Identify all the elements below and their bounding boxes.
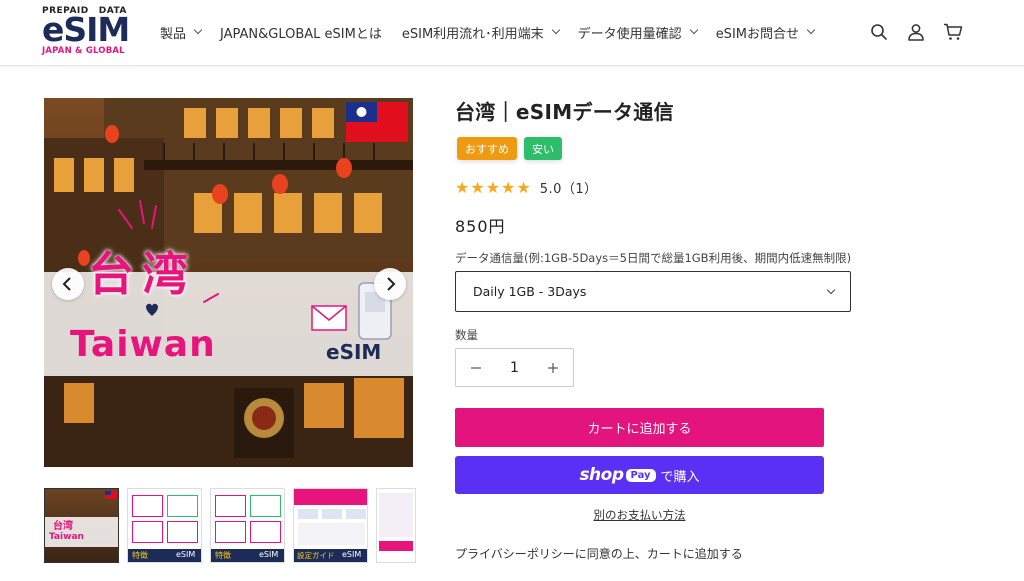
thumbnail-1[interactable]: 台湾 Taiwan (44, 488, 119, 563)
chevron-down-icon (806, 25, 816, 35)
thumbnail-text-a: 台湾 (53, 521, 73, 532)
shop-pay-pill: Pay (625, 468, 656, 482)
thumbnail-2[interactable]: 特徴 eSIM (127, 488, 202, 563)
nav-item-contact[interactable]: eSIMお問合せ (715, 23, 816, 42)
thumbnail-text-a: 特徴 (215, 551, 231, 560)
thumbnail-text-a: 特徴 (132, 551, 148, 560)
nav-item-about[interactable]: JAPAN&GLOBAL eSIMとは (220, 23, 382, 42)
variant-selected-value: Daily 1GB - 3Days (473, 284, 587, 299)
thumbnail-text-a: 設定ガイド (297, 551, 335, 560)
star-icon: ★ (501, 177, 516, 197)
nav-item-label: データ使用量確認 (577, 26, 682, 42)
product-badges: おすすめ 安い (457, 137, 569, 160)
logo-subtitle: JAPAN & GLOBAL (42, 46, 125, 56)
site-header: PREPAID DATA eSIM JAPAN & GLOBAL 製品 JAPAN… (0, 0, 1024, 66)
quantity-input[interactable] (496, 349, 533, 386)
badge-recommended: おすすめ (457, 137, 517, 160)
nav-item-label: JAPAN&GLOBAL eSIMとは (220, 26, 382, 42)
thumbnail-3[interactable]: 特徴 eSIM (210, 488, 285, 563)
thumbnail-text-b: eSIM (342, 550, 362, 559)
main-image-esim-label: eSIM (326, 340, 382, 364)
product-rating[interactable]: ★ ★ ★ ★ ★ 5.0（1） (455, 178, 598, 197)
badge-cheap: 安い (524, 137, 562, 160)
account-icon[interactable] (905, 21, 927, 43)
chevron-down-icon (193, 25, 203, 35)
chevron-down-icon (551, 25, 560, 35)
quantity-stepper (455, 348, 574, 387)
main-image-title-en: Taiwan (70, 324, 216, 365)
nav-item-usage-flow[interactable]: eSIM利用流れ･利用端末 (401, 23, 560, 42)
logo-wordmark: eSIM (42, 10, 130, 49)
product-price: 850円 (455, 217, 506, 236)
star-icon: ★ (485, 177, 501, 197)
star-icon: ★ (516, 177, 531, 197)
rating-stars: ★ ★ ★ ★ ★ (455, 177, 532, 197)
variant-select[interactable]: Daily 1GB - 3Days (455, 271, 851, 312)
thumbnail-text-b: Taiwan (49, 532, 84, 542)
rating-text: 5.0（1） (539, 182, 598, 197)
quantity-increase-button[interactable] (533, 349, 573, 386)
nav-item-label: eSIM利用流れ･利用端末 (401, 26, 544, 42)
product-main-image[interactable]: 台湾 Taiwan eSIM (44, 98, 413, 467)
header-icons (853, 21, 964, 43)
star-icon: ★ (455, 177, 470, 197)
quantity-label: 数量 (455, 328, 478, 342)
nav-item-data-usage[interactable]: データ使用量確認 (577, 23, 698, 42)
chevron-down-icon (826, 285, 836, 295)
nav-item-label: eSIMお問合せ (715, 26, 799, 42)
shop-pay-button[interactable]: shop Pay で購入 (455, 456, 824, 494)
cart-icon[interactable] (942, 21, 964, 43)
site-logo[interactable]: PREPAID DATA eSIM JAPAN & GLOBAL (42, 6, 132, 58)
chevron-right-icon (387, 277, 396, 291)
shop-pay-buy-text: で購入 (660, 469, 700, 485)
quantity-decrease-button[interactable] (456, 349, 496, 386)
shop-pay-logo-text: shop (579, 465, 624, 485)
gallery-thumbnails: 台湾 Taiwan 特徴 eSIM 特徴 eSIM 設定ガイド eSIM (44, 488, 416, 563)
chevron-left-icon (62, 277, 71, 291)
thumbnail-text-b: eSIM (259, 550, 279, 559)
nav-item-label: 製品 (160, 26, 187, 42)
gallery-prev-button[interactable] (52, 268, 84, 300)
plus-icon (548, 362, 558, 373)
main-image-title-cn: 台湾 (88, 247, 196, 301)
gallery-next-button[interactable] (374, 268, 406, 300)
chevron-down-icon (689, 25, 698, 35)
thumbnail-5[interactable] (376, 488, 416, 563)
search-icon[interactable] (868, 21, 890, 43)
privacy-note: プライバシーポリシーに同意の上、カートに追加する (455, 547, 743, 561)
star-icon: ★ (470, 177, 485, 197)
product-title: 台湾｜eSIMデータ通信 (455, 100, 674, 124)
add-to-cart-button[interactable]: カートに追加する (455, 408, 824, 447)
nav-item-products[interactable]: 製品 (160, 23, 203, 42)
main-nav: 製品 JAPAN&GLOBAL eSIMとは eSIM利用流れ･利用端末 データ… (160, 22, 833, 42)
thumbnail-text-b: eSIM (176, 550, 196, 559)
variant-label: データ通信量(例:1GB-5Days＝5日間で総量1GB利用後、期間内低速無制限… (455, 251, 852, 265)
more-payment-options-link[interactable]: 別のお支払い方法 (455, 507, 824, 523)
thumbnail-4[interactable]: 設定ガイド eSIM (293, 488, 368, 563)
minus-icon (471, 366, 481, 369)
